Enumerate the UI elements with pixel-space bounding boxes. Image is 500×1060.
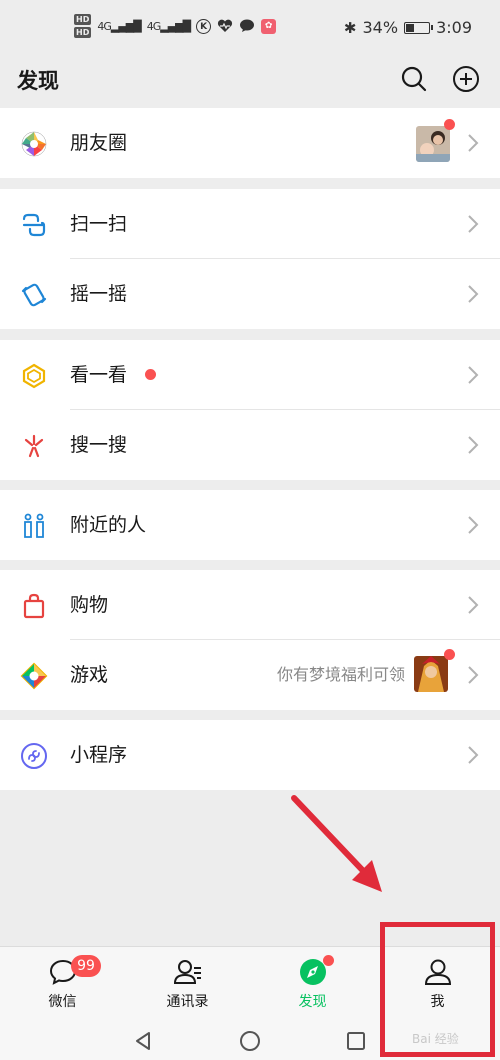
annotation-arrow	[291, 795, 382, 892]
nearby-label: 附近的人	[70, 514, 147, 536]
chevron-right-icon	[468, 215, 479, 233]
group-nearby: 附近的人	[0, 490, 500, 560]
page-header: 发现	[0, 56, 500, 106]
list-item-nearby[interactable]: 附近的人	[0, 490, 500, 560]
moments-label: 朋友圈	[70, 132, 128, 154]
contacts-icon	[173, 960, 201, 984]
hd-indicators: HD HD	[74, 14, 92, 38]
moments-avatar-thumbnail	[416, 126, 450, 162]
home-circle-icon[interactable]	[239, 1030, 261, 1052]
list-item-scan[interactable]: 扫一扫	[0, 189, 500, 259]
tab-chats-label: 微信	[48, 994, 77, 1010]
discover-new-dot	[323, 955, 334, 966]
list-item-shopping[interactable]: 购物	[0, 570, 500, 640]
shake-icon	[21, 283, 47, 307]
back-triangle-icon[interactable]	[132, 1030, 154, 1052]
moments-icon	[21, 131, 47, 157]
signal-icon: 4G▂▄▆█	[97, 19, 141, 33]
games-new-dot	[444, 649, 455, 660]
bluetooth-icon: ✱	[343, 18, 357, 37]
list-item-search[interactable]: 搜一搜	[0, 410, 500, 480]
top-stories-new-dot	[145, 369, 156, 380]
mini-programs-label: 小程序	[70, 744, 128, 766]
hd-badge: HD	[74, 14, 92, 25]
network-type: 4G	[146, 19, 161, 33]
group-moments: 朋友圈	[0, 108, 500, 178]
add-icon[interactable]	[451, 64, 481, 94]
battery-fill	[406, 23, 415, 32]
search-label: 搜一搜	[70, 434, 128, 456]
chevron-right-icon	[468, 746, 479, 764]
top-stories-label: 看一看	[70, 364, 128, 386]
health-icon	[218, 19, 233, 32]
watermark: Bai 经验	[412, 1032, 459, 1046]
network-type: 4G	[97, 19, 111, 33]
battery-icon	[404, 21, 434, 34]
people-nearby-icon	[24, 513, 44, 538]
chevron-right-icon	[468, 516, 479, 534]
scan-icon	[22, 213, 46, 237]
group-mini-programs: 小程序	[0, 720, 500, 790]
group-shopping-games: 购物 游戏 你有梦境福利可领	[0, 570, 500, 710]
scan-label: 扫一扫	[70, 213, 128, 235]
list-item-moments[interactable]: 朋友圈	[0, 108, 500, 178]
status-bar: HD HD 4G▂▄▆█ 4G▂▄▆█ K ✿ ✱ 34% 3:09	[0, 0, 500, 56]
page-title: 发现	[17, 69, 59, 93]
signal-icon: 4G▂▄▆█	[146, 19, 191, 33]
moments-new-dot	[444, 119, 455, 130]
group-scan-shake: 扫一扫 摇一摇	[0, 189, 500, 329]
clock: 3:09	[436, 18, 472, 37]
chevron-right-icon	[468, 366, 479, 384]
tab-contacts-label: 通讯录	[166, 994, 209, 1010]
games-thumbnail	[414, 656, 448, 692]
games-icon	[20, 662, 48, 690]
tab-contacts[interactable]: 通讯录	[125, 947, 250, 1021]
mini-programs-icon	[21, 743, 47, 769]
unread-badge: 99	[71, 955, 101, 977]
top-stories-icon	[22, 363, 46, 389]
games-promo-text: 你有梦境福利可领	[276, 665, 405, 684]
app-k-icon: K	[196, 18, 212, 34]
games-label: 游戏	[70, 664, 109, 686]
hd-badge: HD	[74, 27, 92, 38]
shopping-bag-icon	[23, 593, 45, 619]
chevron-right-icon	[468, 436, 479, 454]
list-item-games[interactable]: 游戏 你有梦境福利可领	[0, 640, 500, 710]
tab-discover-label: 发现	[298, 994, 327, 1010]
search-icon[interactable]	[399, 64, 429, 94]
list-item-top-stories[interactable]: 看一看	[0, 340, 500, 410]
list-item-shake[interactable]: 摇一摇	[0, 259, 500, 329]
shake-label: 摇一摇	[70, 283, 128, 305]
chevron-right-icon	[468, 285, 479, 303]
battery-percent: 34%	[362, 18, 399, 37]
chevron-right-icon	[468, 666, 479, 684]
chevron-right-icon	[468, 134, 479, 152]
search-feature-icon	[24, 434, 44, 458]
status-icons-right: ✱ 34% 3:09	[344, 18, 472, 37]
chevron-right-icon	[468, 596, 479, 614]
message-icon	[240, 19, 255, 32]
shopping-label: 购物	[70, 594, 109, 616]
group-stories-search: 看一看 搜一搜	[0, 340, 500, 480]
list-item-mini-programs[interactable]: 小程序	[0, 720, 500, 790]
tab-chats[interactable]: 99 微信	[0, 947, 125, 1021]
tab-discover[interactable]: 发现	[250, 947, 375, 1021]
status-icons-left: HD HD 4G▂▄▆█ 4G▂▄▆█ K ✿	[74, 14, 277, 38]
app-notification-icon: ✿	[261, 18, 277, 34]
recents-square-icon[interactable]	[345, 1030, 367, 1052]
